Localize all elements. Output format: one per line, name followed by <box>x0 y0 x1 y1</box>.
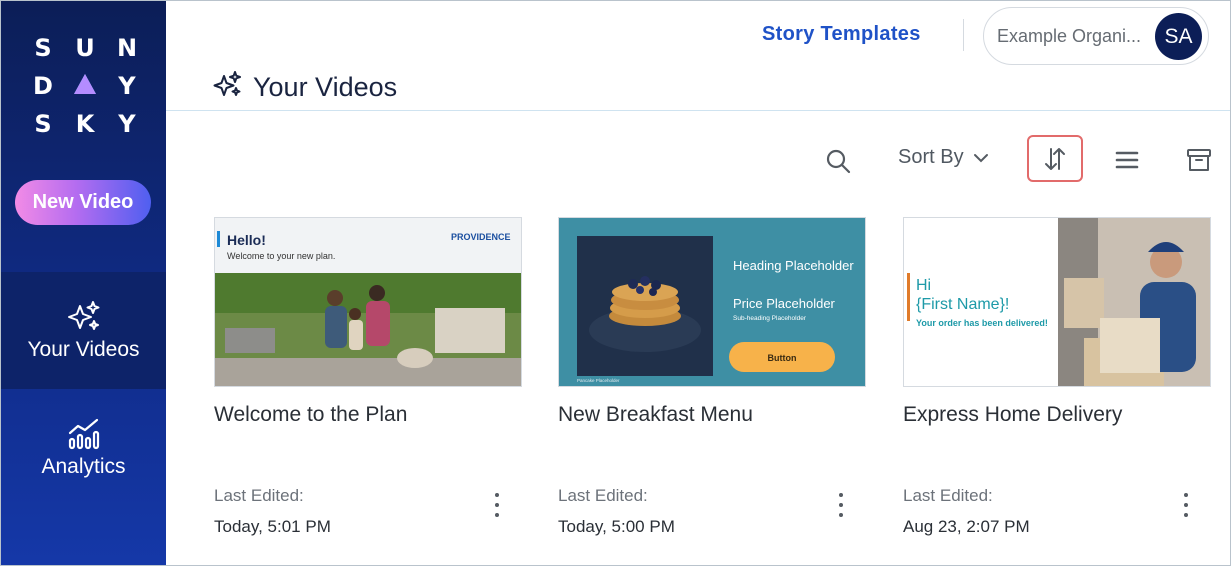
sidebar: SUN DY SKY New Video Your Videos Analyti… <box>1 1 166 565</box>
video-title[interactable]: Express Home Delivery <box>903 403 1122 427</box>
last-edited-label: Last Edited: <box>903 486 993 505</box>
video-card: Hello! Welcome to your new plan. PROVIDE… <box>214 217 522 557</box>
nav-item-your-videos[interactable]: Your Videos <box>1 272 166 389</box>
thumb-heading: Heading Placeholder <box>733 258 854 273</box>
list-view-button[interactable] <box>1112 146 1142 174</box>
logo-letter: D <box>33 72 53 100</box>
logo-triangle-icon <box>73 72 97 100</box>
last-edited-value: Today, 5:01 PM <box>214 517 331 536</box>
logo-letter: U <box>75 34 95 62</box>
logo-letter: Y <box>118 110 136 138</box>
thumb-greeting: Hello! <box>227 232 266 248</box>
thumb-first-name: {First Name}! <box>916 296 1009 313</box>
chevron-down-icon <box>973 153 988 162</box>
nav-label: Analytics <box>41 454 126 478</box>
thumb-hi: Hi <box>916 277 931 294</box>
logo-letter: Y <box>118 72 136 100</box>
thumb-button: Button <box>768 353 797 363</box>
thumb-price: Price Placeholder <box>733 296 836 311</box>
video-thumbnail[interactable]: Hello! Welcome to your new plan. PROVIDE… <box>214 217 522 387</box>
sparkle-icon <box>66 300 102 334</box>
archive-icon <box>1187 149 1211 171</box>
more-options-icon[interactable] <box>490 493 504 517</box>
analytics-icon <box>66 417 102 451</box>
header-divider <box>963 19 964 51</box>
thumb-subheading: Sub-heading Placeholder <box>733 315 807 322</box>
organization-name: Example Organi... <box>997 26 1142 46</box>
thumb-brand: PROVIDENCE <box>451 232 511 242</box>
story-templates-link[interactable]: Story Templates <box>762 23 921 46</box>
avatar[interactable]: SA <box>1155 13 1202 60</box>
new-video-button[interactable]: New Video <box>15 180 151 225</box>
search-button[interactable] <box>822 145 854 177</box>
logo-letter: N <box>116 34 138 62</box>
last-edited-value: Aug 23, 2:07 PM <box>903 517 1030 536</box>
more-options-icon[interactable] <box>834 493 848 517</box>
video-thumbnail[interactable]: Heading Placeholder Price Placeholder Su… <box>558 217 866 387</box>
video-thumbnail[interactable]: Hi {First Name}! Your order has been del… <box>903 217 1211 387</box>
nav-label: Your Videos <box>27 337 140 361</box>
video-title[interactable]: New Breakfast Menu <box>558 403 753 427</box>
more-options-icon[interactable] <box>1179 493 1193 517</box>
header: Story Templates Example Organi... SA You… <box>166 1 1230 111</box>
thumb-footer: Pancake Placeholder <box>577 378 620 383</box>
logo-letter: K <box>75 110 95 138</box>
sparkle-icon <box>213 71 243 104</box>
video-title[interactable]: Welcome to the Plan <box>214 403 407 427</box>
video-card: Hi {First Name}! Your order has been del… <box>903 217 1211 557</box>
last-edited-label: Last Edited: <box>558 486 648 505</box>
page-title-group: Your Videos <box>213 71 397 104</box>
search-icon <box>826 149 851 174</box>
archive-button[interactable] <box>1183 145 1215 175</box>
page-title: Your Videos <box>253 72 398 102</box>
sort-by-dropdown[interactable]: Sort By <box>898 146 989 169</box>
logo-letter: S <box>34 110 52 138</box>
last-edited-value: Today, 5:00 PM <box>558 517 675 536</box>
nav-item-analytics[interactable]: Analytics <box>1 389 166 506</box>
last-edited-label: Last Edited: <box>214 486 304 505</box>
thumb-subtext: Welcome to your new plan. <box>227 251 335 261</box>
list-view-icon <box>1115 151 1139 169</box>
sort-direction-button[interactable] <box>1027 135 1083 182</box>
logo-letter: S <box>34 34 52 62</box>
sundaysky-logo[interactable]: SUN DY SKY <box>31 29 139 143</box>
sort-direction-icon <box>1045 147 1065 170</box>
thumb-message: Your order has been delivered! <box>916 318 1048 328</box>
sort-by-label: Sort By <box>898 146 964 168</box>
video-card: Heading Placeholder Price Placeholder Su… <box>558 217 866 557</box>
organization-selector[interactable]: Example Organi... SA <box>983 7 1209 65</box>
